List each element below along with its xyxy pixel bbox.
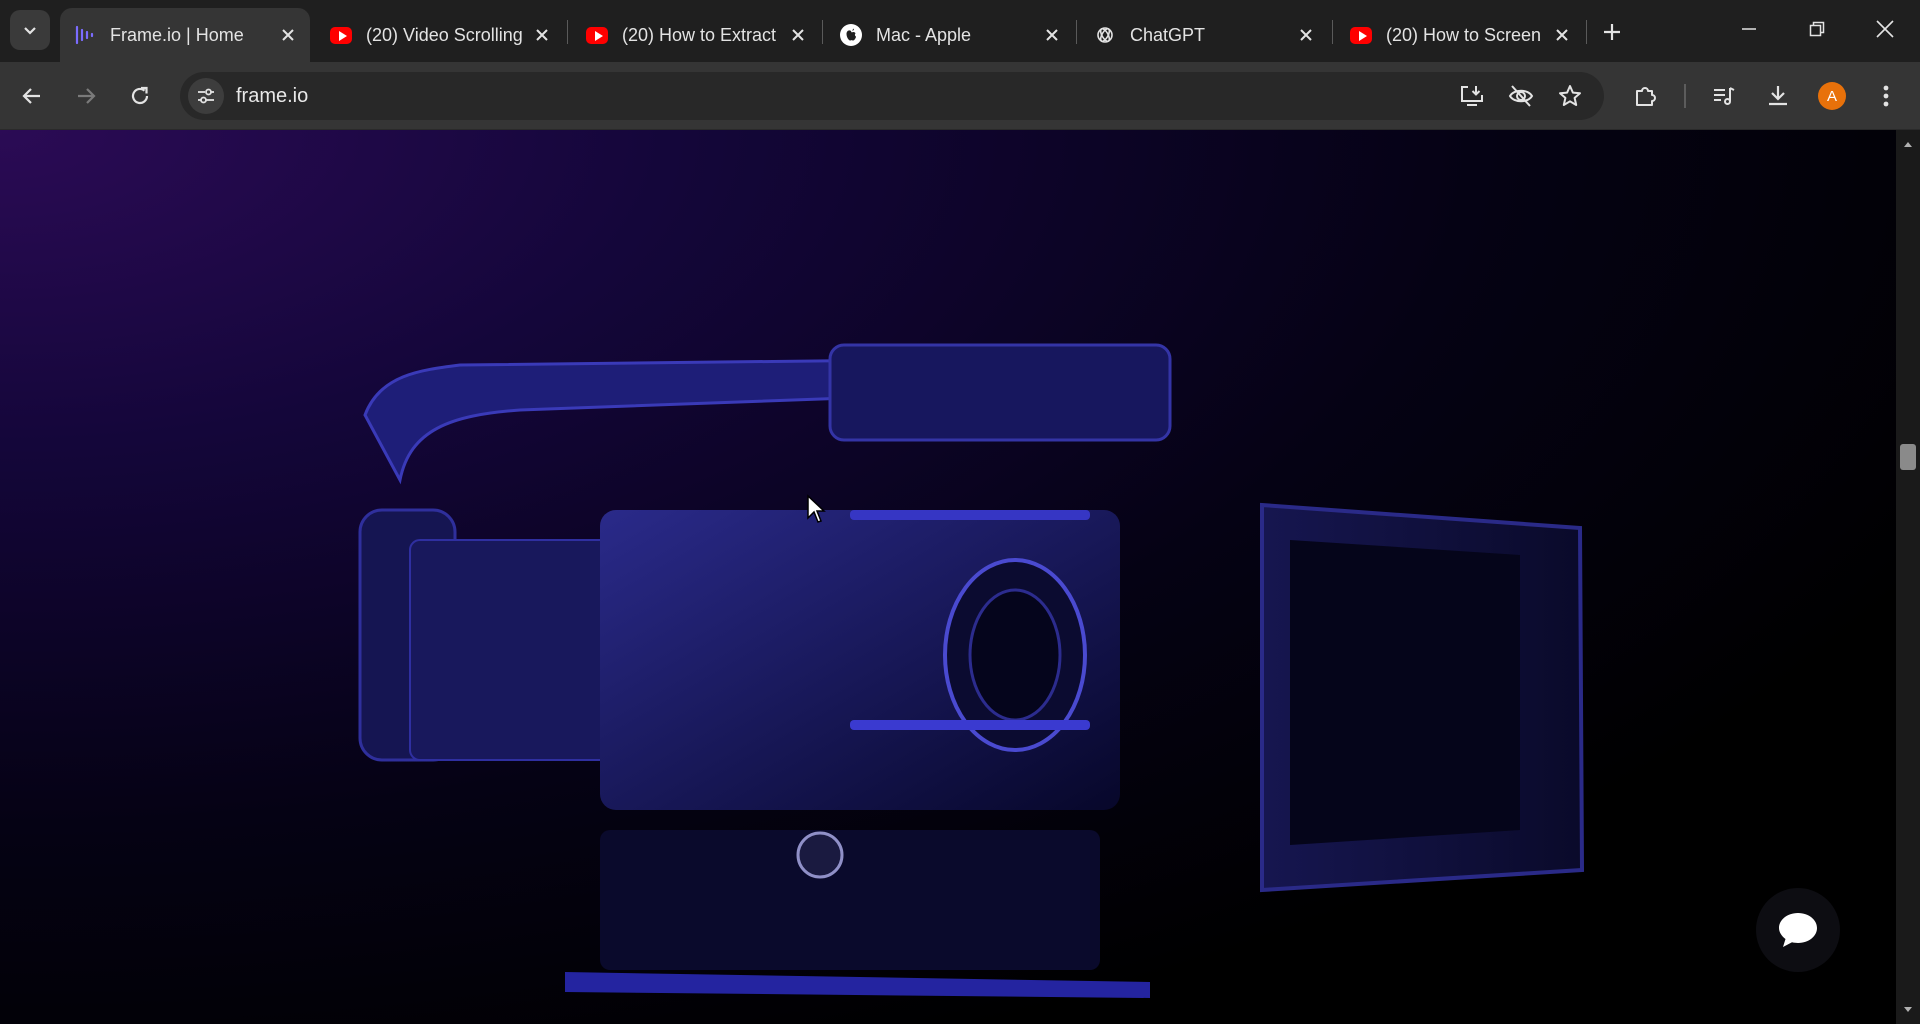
downloads-button[interactable] — [1763, 81, 1793, 111]
more-vertical-icon — [1882, 84, 1890, 108]
arrow-left-icon — [21, 85, 43, 107]
toolbar-divider — [1684, 84, 1686, 108]
chatgpt-icon — [1094, 24, 1116, 46]
page-viewport — [0, 130, 1896, 1024]
page-scrollbar[interactable] — [1896, 130, 1920, 1024]
back-button[interactable] — [12, 76, 52, 116]
tab-separator — [1586, 20, 1587, 44]
tab-title: (20) How to Extract — [622, 24, 777, 45]
tab-chatgpt[interactable]: ChatGPT — [1080, 8, 1328, 62]
tab-separator — [1076, 20, 1077, 44]
frameio-icon — [74, 24, 96, 46]
tab-title: (20) How to Screen — [1386, 24, 1542, 45]
bookmark-button[interactable] — [1556, 82, 1584, 110]
tab-separator — [1332, 20, 1333, 44]
download-icon — [1765, 83, 1791, 109]
media-controls-button[interactable] — [1709, 81, 1739, 111]
puzzle-icon — [1633, 83, 1659, 109]
install-app-icon — [1459, 83, 1485, 109]
install-app-button[interactable] — [1458, 82, 1486, 110]
youtube-icon — [586, 24, 608, 46]
minimize-icon — [1741, 21, 1757, 37]
scrollbar-thumb[interactable] — [1900, 444, 1916, 470]
close-tab-icon[interactable] — [788, 25, 808, 45]
tab-separator — [567, 20, 568, 44]
browser-toolbar: frame.io A — [0, 62, 1920, 130]
restore-icon — [1809, 21, 1825, 37]
scroll-down-arrow[interactable] — [1902, 1004, 1914, 1016]
playlist-music-icon — [1711, 83, 1737, 109]
chat-bubble-icon — [1777, 910, 1819, 950]
star-icon — [1557, 83, 1583, 109]
tab-title: Mac - Apple — [876, 24, 972, 45]
reload-icon — [129, 85, 151, 107]
close-tab-icon[interactable] — [1552, 25, 1572, 45]
plus-icon — [1603, 23, 1621, 41]
tab-frameio[interactable]: Frame.io | Home — [60, 8, 310, 62]
scroll-up-arrow[interactable] — [1902, 138, 1914, 150]
close-window-button[interactable] — [1852, 0, 1918, 58]
tab-search-button[interactable] — [10, 10, 50, 50]
profile-initial: A — [1826, 87, 1837, 105]
chevron-down-icon — [22, 22, 38, 38]
apple-icon — [840, 24, 862, 46]
chat-widget-button[interactable] — [1756, 888, 1840, 972]
youtube-icon — [330, 24, 352, 46]
youtube-icon — [1350, 24, 1372, 46]
site-info-button[interactable] — [188, 78, 224, 114]
tab-how-to-screen[interactable]: (20) How to Screen — [1336, 8, 1584, 62]
forward-button[interactable] — [66, 76, 106, 116]
new-tab-button[interactable] — [1596, 16, 1628, 48]
tracking-protection-button[interactable] — [1507, 82, 1535, 110]
tab-separator — [822, 20, 823, 44]
browser-menu-button[interactable] — [1871, 81, 1901, 111]
close-tab-icon[interactable] — [1042, 25, 1062, 45]
minimize-button[interactable] — [1716, 0, 1782, 58]
mouse-cursor — [806, 494, 826, 524]
arrow-right-icon — [75, 85, 97, 107]
eye-off-icon — [1507, 82, 1535, 110]
tab-mac-apple[interactable]: Mac - Apple — [826, 8, 1074, 62]
reload-button[interactable] — [120, 76, 160, 116]
tab-how-to-extract[interactable]: (20) How to Extract — [572, 8, 820, 62]
tab-strip: Frame.io | Home (20) Video Scrolling (20… — [0, 0, 1920, 62]
tab-video-scrolling[interactable]: (20) Video Scrolling — [316, 8, 564, 62]
close-tab-icon[interactable] — [532, 25, 552, 45]
tune-icon — [196, 86, 216, 106]
close-tab-icon[interactable] — [278, 25, 298, 45]
profile-avatar[interactable]: A — [1818, 82, 1846, 110]
close-icon — [1876, 20, 1894, 38]
cinema-camera-image — [0, 130, 1896, 1024]
address-bar[interactable]: frame.io — [180, 72, 1604, 120]
close-tab-icon[interactable] — [1296, 25, 1316, 45]
tab-title: (20) Video Scrolling — [366, 24, 523, 45]
extensions-button[interactable] — [1631, 81, 1661, 111]
restore-button[interactable] — [1784, 0, 1850, 58]
url-text[interactable]: frame.io — [236, 85, 308, 108]
tab-title: ChatGPT — [1130, 24, 1206, 45]
tab-title: Frame.io | Home — [110, 24, 244, 45]
